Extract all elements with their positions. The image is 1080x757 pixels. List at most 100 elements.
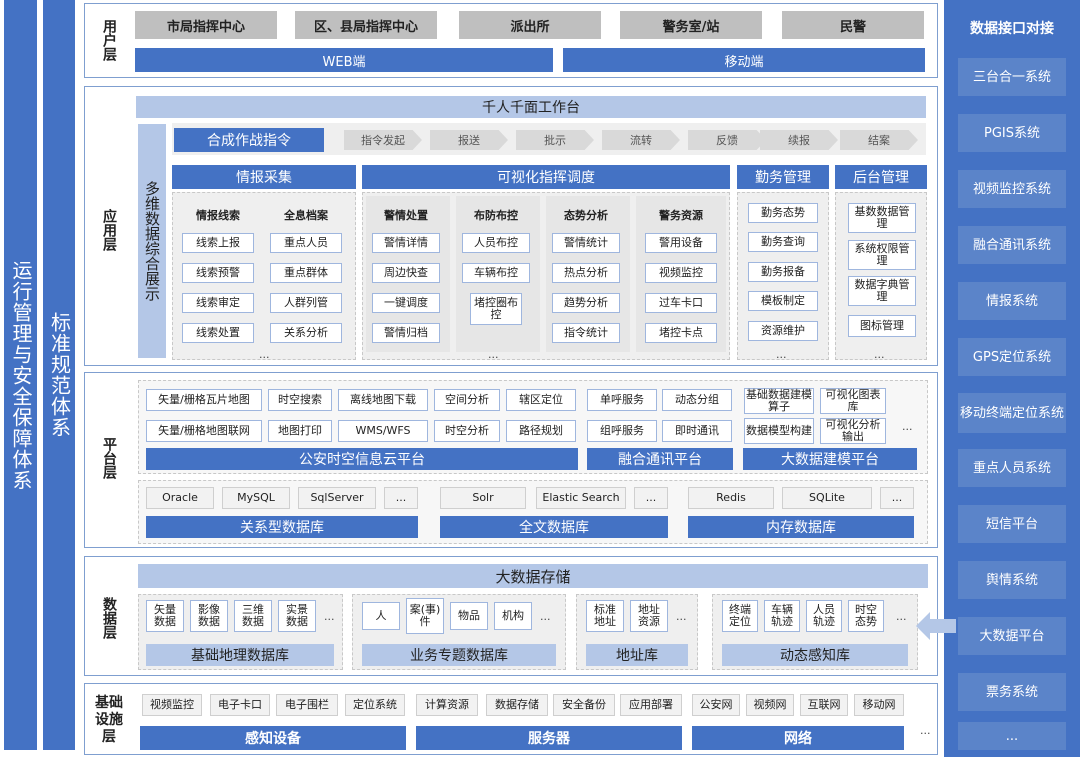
app-item: 模板制定 bbox=[748, 291, 818, 311]
infra-layer-title-text: 基础设施层 bbox=[95, 694, 123, 745]
interface-item: ... bbox=[958, 722, 1066, 750]
data-item: 标准地址 bbox=[586, 600, 624, 632]
data-item: 影像数据 bbox=[190, 600, 228, 632]
flow-step-instruct: 批示 bbox=[516, 130, 594, 150]
data-item: 三维数据 bbox=[234, 600, 272, 632]
app-item: 人员布控 bbox=[462, 233, 530, 253]
interface-item: 舆情系统 bbox=[958, 561, 1066, 599]
col-header-deploy: 布防布控 bbox=[474, 209, 518, 222]
service-item: 矢量/栅格瓦片地图 bbox=[146, 389, 262, 411]
service-item: 组呼服务 bbox=[587, 420, 657, 442]
data-item: 人 bbox=[362, 602, 400, 630]
ops-security-label: 运行管理与安全保障体系 bbox=[9, 259, 33, 491]
data-item: 车辆轨迹 bbox=[764, 600, 800, 632]
data-item: 机构 bbox=[494, 602, 532, 630]
mobile-client: 移动端 bbox=[563, 48, 925, 72]
col-header-resources: 警务资源 bbox=[659, 209, 703, 222]
sensing-devices: 感知设备 bbox=[140, 726, 406, 750]
workbench-bar: 千人千面工作台 bbox=[136, 96, 926, 118]
flow-step-feedback: 反馈 bbox=[688, 130, 766, 150]
db-engine: Oracle bbox=[146, 487, 214, 509]
app-item: 警情归档 bbox=[372, 323, 440, 343]
flow-step-report: 报送 bbox=[430, 130, 508, 150]
big-data-storage: 大数据存储 bbox=[138, 564, 928, 588]
interface-item: 重点人员系统 bbox=[958, 449, 1066, 487]
visual-command-title: 可视化指挥调度 bbox=[362, 165, 730, 189]
ellipsis: ... bbox=[902, 420, 913, 433]
service-item: 时空搜索 bbox=[268, 389, 332, 411]
app-item: 趋势分析 bbox=[552, 293, 620, 313]
flow-step-initiate: 指令发起 bbox=[344, 130, 422, 150]
intel-module-title: 情报采集 bbox=[172, 165, 356, 189]
interface-item: 三台合一系统 bbox=[958, 58, 1066, 96]
app-item: 重点人员 bbox=[270, 233, 342, 253]
standards-system-bar: 标准规范体系 bbox=[43, 0, 75, 750]
app-item: 视频监控 bbox=[645, 263, 717, 283]
app-item: 勤务查询 bbox=[748, 232, 818, 252]
app-item: 资源维护 bbox=[748, 321, 818, 341]
ops-security-system-bar: 运行管理与安全保障体系 bbox=[4, 0, 37, 750]
infra-item: 数据存储 bbox=[486, 694, 548, 716]
app-item: 线索审定 bbox=[182, 293, 254, 313]
interface-item: 大数据平台 bbox=[958, 617, 1066, 655]
infra-item: 视频网 bbox=[746, 694, 794, 716]
interface-item: 视频监控系统 bbox=[958, 170, 1066, 208]
role-police-station: 派出所 bbox=[459, 11, 601, 39]
web-client: WEB端 bbox=[135, 48, 553, 72]
ellipsis: ... bbox=[488, 348, 499, 361]
role-officer: 民警 bbox=[782, 11, 924, 39]
service-item: 离线地图下载 bbox=[338, 389, 428, 411]
infra-item: 应用部署 bbox=[620, 694, 682, 716]
infra-item: 安全备份 bbox=[553, 694, 615, 716]
db-engine: Solr bbox=[440, 487, 526, 509]
interface-item: 票务系统 bbox=[958, 673, 1066, 711]
db-engine: MySQL bbox=[222, 487, 290, 509]
flow-step-continue: 续报 bbox=[760, 130, 838, 150]
standards-label: 标准规范体系 bbox=[47, 312, 72, 438]
service-item: 单呼服务 bbox=[587, 389, 657, 411]
platform-fusion-comm: 融合通讯平台 bbox=[587, 448, 733, 470]
service-item: 基础数据建模算子 bbox=[744, 388, 814, 414]
data-item: 矢量数据 bbox=[146, 600, 184, 632]
app-item: 过车卡口 bbox=[645, 293, 717, 313]
db-engine: Redis bbox=[688, 487, 774, 509]
platform-big-data-modeling: 大数据建模平台 bbox=[743, 448, 917, 470]
infra-layer-title: 基础设施层 bbox=[88, 690, 130, 750]
db-engine: ... bbox=[880, 487, 914, 509]
platform-layer-title: 平台层 bbox=[101, 437, 117, 479]
app-item: 勤务态势 bbox=[748, 203, 818, 223]
role-police-room: 警务室/站 bbox=[620, 11, 762, 39]
app-item: 系统权限管理 bbox=[848, 240, 916, 270]
business-topic-db: 业务专题数据库 bbox=[362, 644, 556, 666]
service-item: 矢量/栅格地图联网 bbox=[146, 420, 262, 442]
app-item: 警用设备 bbox=[645, 233, 717, 253]
backend-module-title: 后台管理 bbox=[835, 165, 927, 189]
col-header-archive: 全息档案 bbox=[284, 209, 328, 222]
app-item: 图标管理 bbox=[848, 315, 916, 337]
service-item: WMS/WFS bbox=[338, 420, 428, 442]
in-memory-db: 内存数据库 bbox=[688, 516, 914, 538]
service-item: 空间分析 bbox=[434, 389, 500, 411]
app-item: 人群列管 bbox=[270, 293, 342, 313]
col-header-incident: 警情处置 bbox=[384, 209, 428, 222]
app-item: 线索预警 bbox=[182, 263, 254, 283]
app-item: 指令统计 bbox=[552, 323, 620, 343]
servers: 服务器 bbox=[416, 726, 682, 750]
infra-item: 公安网 bbox=[692, 694, 740, 716]
app-item: 基数数据管理 bbox=[848, 203, 916, 233]
user-layer-title: 用户层 bbox=[101, 19, 117, 61]
app-item: 周边快查 bbox=[372, 263, 440, 283]
col-header-situation: 态势分析 bbox=[564, 209, 608, 222]
combat-command: 合成作战指令 bbox=[174, 128, 324, 152]
app-item: 警情详情 bbox=[372, 233, 440, 253]
ellipsis: ... bbox=[540, 610, 551, 623]
ellipsis: ... bbox=[259, 348, 270, 361]
network: 网络 bbox=[692, 726, 904, 750]
flow-step-transfer: 流转 bbox=[602, 130, 680, 150]
ellipsis: ... bbox=[920, 724, 931, 737]
app-item: 车辆布控 bbox=[462, 263, 530, 283]
ellipsis: ... bbox=[676, 610, 687, 623]
role-city-command: 市局指挥中心 bbox=[135, 11, 277, 39]
app-item: 重点群体 bbox=[270, 263, 342, 283]
db-engine: SQLite bbox=[782, 487, 872, 509]
